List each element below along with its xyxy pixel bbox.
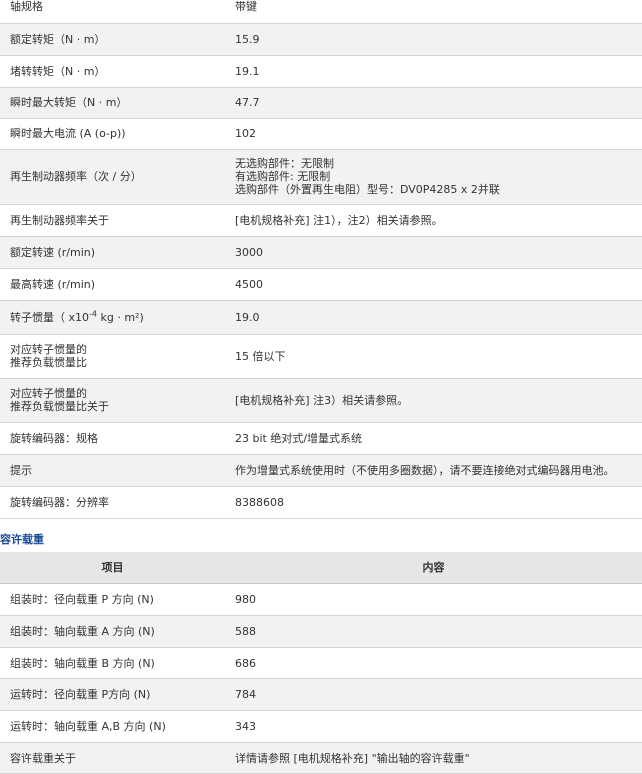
column-header-item: 项目 — [0, 551, 225, 584]
spec-row: 再生制动器频率（次 / 分） 无选购部件：无限制 有选购部件: 无限制 选购部件… — [0, 149, 642, 205]
load-label: 运转时：径向载重 P方向 (N) — [0, 678, 225, 711]
spec-label: 再生制动器频率关于 — [0, 204, 225, 237]
spec-value: 15 倍以下 — [225, 334, 642, 379]
load-table-header: 项目 内容 — [0, 551, 642, 584]
spec-value: 19.0 — [225, 300, 642, 335]
spec-row: 提示 作为增量式系统使用时（不使用多圈数据），请不要连接绝对式编码器用电池。 — [0, 454, 642, 487]
spec-label-line: 对应转子惯量的 — [10, 387, 87, 400]
load-value: 343 — [225, 710, 642, 743]
load-label: 组装时：径向载重 P 方向 (N) — [0, 583, 225, 616]
spec-row: 旋转编码器：分辨率 8388608 — [0, 486, 642, 519]
spec-row: 旋转编码器：规格 23 bit 绝对式/增量式系统 — [0, 422, 642, 455]
spec-value: [电机规格补充] 注1），注2）相关请参照。 — [225, 204, 642, 237]
table-row: 运转时：轴向载重 A,B 方向 (N) 343 — [0, 710, 642, 743]
spec-label-text: 转子惯量（ x10 — [10, 310, 90, 324]
spec-label: 瞬时最大电流 (A (o-p)) — [0, 118, 225, 150]
spec-value: 102 — [225, 118, 642, 150]
spec-label: 瞬时最大转矩（N · m） — [0, 87, 225, 119]
spec-value: 47.7 — [225, 87, 642, 119]
spec-value: 3000 — [225, 236, 642, 269]
table-row: 运转时：径向载重 P方向 (N) 784 — [0, 678, 642, 711]
spec-label: 额定转矩（N · m） — [0, 23, 225, 56]
table-row: 组装时：轴向载重 A 方向 (N) 588 — [0, 615, 642, 648]
spec-row: 瞬时最大转矩（N · m） 47.7 — [0, 87, 642, 119]
spec-value: [电机规格补充] 注3）相关请参照。 — [225, 378, 642, 423]
spec-label: 旋转编码器：规格 — [0, 422, 225, 455]
spec-value-line: 有选购部件: 无限制 — [235, 170, 331, 183]
table-row: 容许载重关于 详情请参照 [电机规格补充] "输出轴的容许载重" — [0, 742, 642, 774]
spec-row: 再生制动器频率关于 [电机规格补充] 注1），注2）相关请参照。 — [0, 204, 642, 237]
spec-row: 额定转矩（N · m） 15.9 — [0, 23, 642, 56]
load-value: 详情请参照 [电机规格补充] "输出轴的容许载重" — [225, 742, 642, 774]
spec-value-line: 无选购部件：无限制 — [235, 157, 334, 170]
section-title: 容许载重 — [0, 532, 44, 546]
spec-label: 轴规格 — [0, 0, 225, 24]
spec-value: 15.9 — [225, 23, 642, 56]
spec-label-text: kg · m²) — [97, 310, 144, 324]
spec-value: 带键 — [225, 0, 642, 24]
spec-label: 对应转子惯量的 推荐负载惯量比 — [0, 334, 225, 379]
load-value: 588 — [225, 615, 642, 648]
table-row: 组装时：径向载重 P 方向 (N) 980 — [0, 583, 642, 616]
spec-table: 轴规格 带键 额定转矩（N · m） 15.9 堵转转矩（N · m） 19.1… — [0, 0, 642, 519]
spec-value: 23 bit 绝对式/增量式系统 — [225, 422, 642, 455]
spec-label-sup: -4 — [89, 308, 97, 318]
spec-row: 转子惯量（ x10-4 kg · m²) 19.0 — [0, 300, 642, 335]
load-label: 组装时：轴向载重 A 方向 (N) — [0, 615, 225, 648]
spec-value: 19.1 — [225, 55, 642, 88]
spec-label: 堵转转矩（N · m） — [0, 55, 225, 88]
spec-value: 8388608 — [225, 486, 642, 519]
load-value: 784 — [225, 678, 642, 711]
spec-label: 最高转速 (r/min) — [0, 268, 225, 301]
load-value: 686 — [225, 647, 642, 679]
load-label: 运转时：轴向载重 A,B 方向 (N) — [0, 710, 225, 743]
spec-row: 对应转子惯量的 推荐负载惯量比 15 倍以下 — [0, 334, 642, 379]
spec-value: 无选购部件：无限制 有选购部件: 无限制 选购部件（外置再生电阻）型号：DV0P… — [225, 149, 642, 205]
spec-label: 转子惯量（ x10-4 kg · m²) — [0, 300, 225, 335]
spec-row: 最高转速 (r/min) 4500 — [0, 268, 642, 301]
spec-label-line: 推荐负载惯量比 — [10, 356, 87, 369]
spec-row: 瞬时最大电流 (A (o-p)) 102 — [0, 118, 642, 150]
load-label: 容许载重关于 — [0, 742, 225, 774]
spec-label: 额定转速 (r/min) — [0, 236, 225, 269]
spec-row: 对应转子惯量的 推荐负载惯量比关于 [电机规格补充] 注3）相关请参照。 — [0, 378, 642, 423]
spec-label: 旋转编码器：分辨率 — [0, 486, 225, 519]
load-value: 980 — [225, 583, 642, 616]
spec-label: 对应转子惯量的 推荐负载惯量比关于 — [0, 378, 225, 423]
spec-label: 提示 — [0, 454, 225, 487]
spec-row: 轴规格 带键 — [0, 0, 642, 24]
load-table: 项目 内容 组装时：径向载重 P 方向 (N) 980 组装时：轴向载重 A 方… — [0, 551, 642, 774]
spec-row: 堵转转矩（N · m） 19.1 — [0, 55, 642, 88]
column-header-content: 内容 — [225, 551, 642, 584]
spec-value: 作为增量式系统使用时（不使用多圈数据），请不要连接绝对式编码器用电池。 — [225, 454, 642, 487]
spec-value: 4500 — [225, 268, 642, 301]
spec-row: 额定转速 (r/min) 3000 — [0, 236, 642, 269]
spec-value-line: 选购部件（外置再生电阻）型号：DV0P4285 x 2并联 — [235, 183, 500, 196]
load-label: 组装时：轴向载重 B 方向 (N) — [0, 647, 225, 679]
spec-label-line: 对应转子惯量的 — [10, 343, 87, 356]
spec-label-line: 推荐负载惯量比关于 — [10, 400, 109, 413]
table-row: 组装时：轴向载重 B 方向 (N) 686 — [0, 647, 642, 679]
spec-label: 再生制动器频率（次 / 分） — [0, 149, 225, 205]
